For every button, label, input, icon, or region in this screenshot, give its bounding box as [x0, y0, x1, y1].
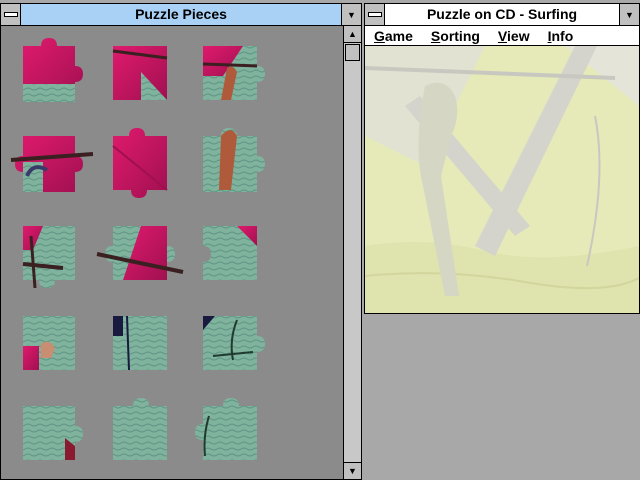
puzzle-pieces-window: Puzzle Pieces ▼ ▲ ▼	[0, 3, 362, 480]
puzzle-piece[interactable]	[113, 315, 167, 371]
puzzle-piece[interactable]	[96, 226, 184, 280]
puzzle-piece[interactable]	[203, 316, 265, 370]
puzzle-board[interactable]	[365, 46, 639, 313]
pieces-canvas	[10, 38, 265, 460]
puzzle-piece[interactable]	[10, 136, 94, 192]
puzzle-piece[interactable]	[23, 406, 83, 460]
faded-puzzle-image	[365, 46, 639, 313]
puzzle-titlebar[interactable]: Puzzle on CD - Surfing ▼	[365, 4, 639, 26]
pieces-window-title: Puzzle Pieces	[135, 6, 227, 22]
puzzle-piece[interactable]	[203, 226, 257, 280]
puzzle-piece[interactable]	[195, 398, 257, 460]
menu-info[interactable]: Info	[539, 28, 583, 44]
puzzle-piece[interactable]	[113, 398, 167, 460]
menu-game[interactable]: Game	[365, 28, 422, 44]
puzzle-window-title: Puzzle on CD - Surfing	[426, 6, 578, 22]
scroll-thumb[interactable]	[345, 44, 360, 61]
minimize-icon[interactable]: ▼	[619, 4, 639, 25]
puzzle-piece[interactable]	[22, 226, 75, 289]
scroll-up-button[interactable]: ▲	[344, 26, 361, 43]
puzzle-piece[interactable]	[112, 128, 168, 198]
system-menu-icon[interactable]	[1, 4, 21, 25]
pieces-titlebar[interactable]: Puzzle Pieces ▼	[1, 4, 361, 26]
menu-sorting[interactable]: Sorting	[422, 28, 489, 44]
menu-view[interactable]: View	[489, 28, 539, 44]
pieces-vertical-scrollbar[interactable]: ▲ ▼	[343, 26, 361, 479]
puzzle-window: Puzzle on CD - Surfing ▼ Game Sorting Vi…	[364, 3, 640, 314]
puzzle-piece[interactable]	[23, 38, 83, 102]
puzzle-piece[interactable]	[112, 46, 168, 100]
menu-bar: Game Sorting View Info	[365, 26, 639, 46]
scroll-down-button[interactable]: ▼	[344, 462, 361, 479]
pieces-tray	[1, 26, 343, 479]
puzzle-piece[interactable]	[203, 128, 265, 192]
system-menu-icon[interactable]	[365, 4, 385, 25]
puzzle-piece[interactable]	[202, 46, 265, 100]
puzzle-piece[interactable]	[23, 316, 75, 370]
minimize-icon[interactable]: ▼	[341, 4, 361, 25]
